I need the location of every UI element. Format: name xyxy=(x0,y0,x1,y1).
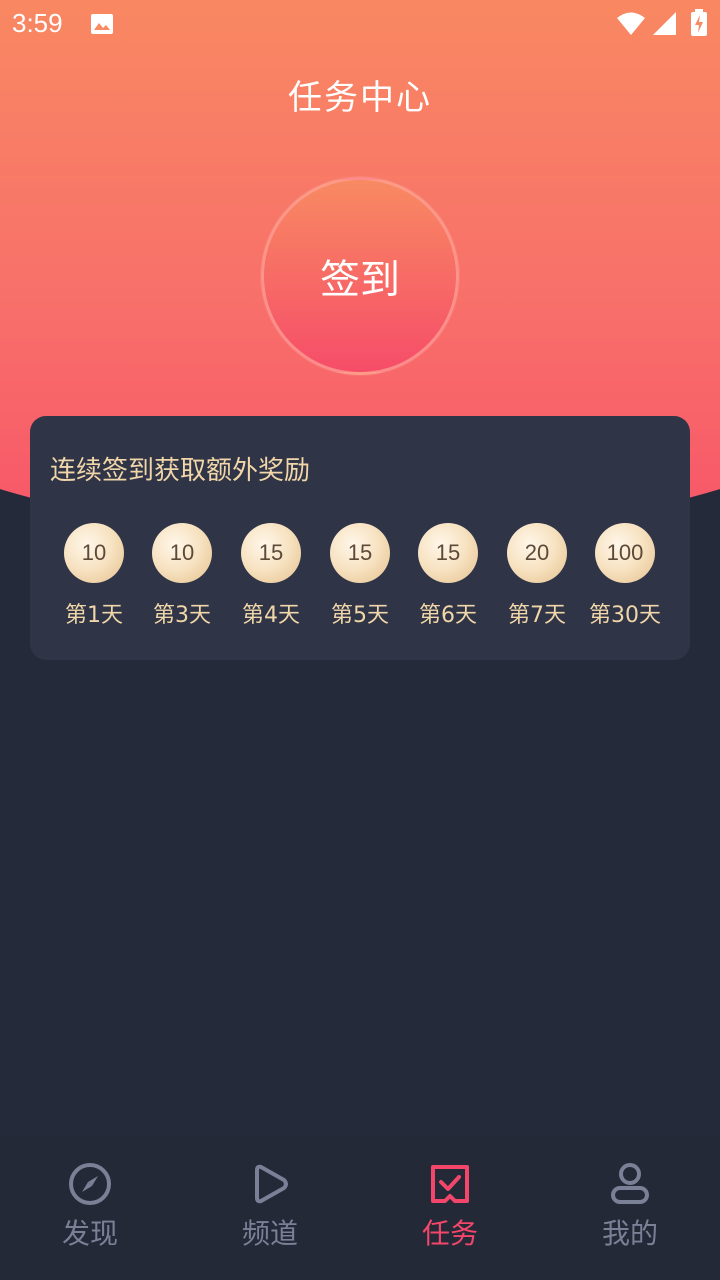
reward-day-label: 第30天 xyxy=(589,603,661,628)
page-title: 任务中心 xyxy=(288,78,432,118)
reward-item: 15 第6天 xyxy=(398,523,498,633)
reward-coin: 15 xyxy=(418,523,478,583)
checkin-button-label: 签到 xyxy=(320,257,400,303)
nav-label: 任务 xyxy=(421,1217,478,1250)
status-bar: 3:59 xyxy=(0,0,720,48)
reward-item: 10 第1天 xyxy=(44,523,144,633)
compass-icon xyxy=(68,1162,112,1206)
reward-coin: 15 xyxy=(330,523,390,583)
cell-signal-icon xyxy=(652,11,678,41)
checkin-button[interactable]: 签到 xyxy=(261,177,459,375)
nav-tab-tasks[interactable]: 任务 xyxy=(360,1162,540,1262)
reward-day-label: 第6天 xyxy=(419,603,477,628)
reward-item: 100 第30天 xyxy=(575,523,675,633)
reward-day-label: 第1天 xyxy=(65,603,123,628)
reward-card-title: 连续签到获取额外奖励 xyxy=(50,456,311,486)
reward-day-label: 第4天 xyxy=(242,603,300,628)
reward-item: 10 第3天 xyxy=(132,523,232,633)
reward-coin: 100 xyxy=(595,523,655,583)
reward-coin: 10 xyxy=(64,523,124,583)
reward-coin: 20 xyxy=(507,523,567,583)
streak-reward-card: 连续签到获取额外奖励 10 第1天 10 第3天 15 第4天 15 第5天 1… xyxy=(30,416,690,660)
reward-item: 15 第4天 xyxy=(221,523,321,633)
gallery-notification-icon xyxy=(90,12,114,40)
play-icon xyxy=(248,1162,292,1206)
wifi-icon xyxy=(616,11,646,41)
task-check-icon xyxy=(428,1162,472,1206)
nav-tab-channels[interactable]: 频道 xyxy=(180,1162,360,1262)
reward-day-label: 第3天 xyxy=(153,603,211,628)
nav-label: 发现 xyxy=(61,1217,118,1250)
nav-tab-profile[interactable]: 我的 xyxy=(540,1162,720,1262)
reward-day-label: 第7天 xyxy=(508,603,566,628)
reward-day-label: 第5天 xyxy=(331,603,389,628)
status-time: 3:59 xyxy=(12,8,63,38)
nav-tab-discover[interactable]: 发现 xyxy=(0,1162,180,1262)
reward-item: 20 第7天 xyxy=(487,523,587,633)
reward-item: 15 第5天 xyxy=(310,523,410,633)
nav-label: 频道 xyxy=(241,1217,298,1250)
bottom-nav: 发现 频道 任务 我的 xyxy=(0,1136,720,1280)
battery-charging-icon xyxy=(690,9,708,41)
user-icon xyxy=(608,1162,652,1206)
reward-coin: 15 xyxy=(241,523,301,583)
reward-coin: 10 xyxy=(152,523,212,583)
nav-label: 我的 xyxy=(601,1217,658,1250)
reward-list: 10 第1天 10 第3天 15 第4天 15 第5天 15 第6天 20 第7… xyxy=(30,523,690,633)
